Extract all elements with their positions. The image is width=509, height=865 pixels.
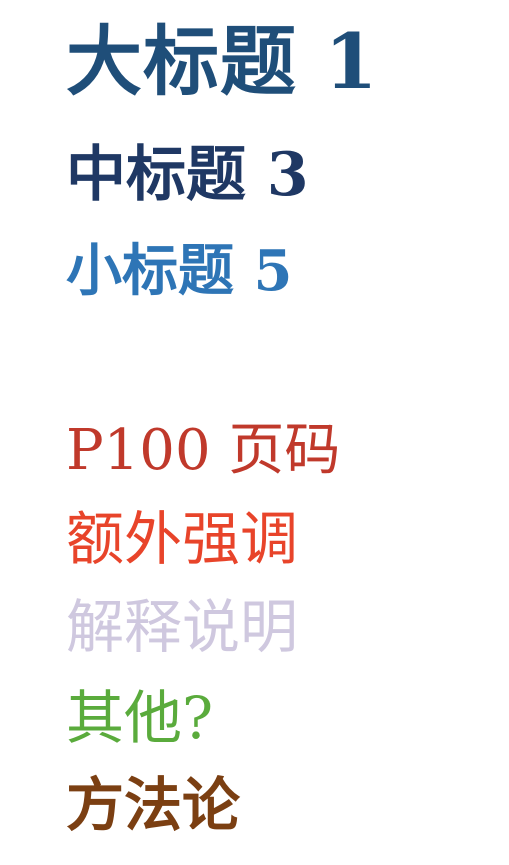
heading-small: 小标题 5 xyxy=(66,238,293,304)
style-sample-page: 大标题 1 中标题 3 小标题 5 P100 页码 额外强调 解释说明 其他? … xyxy=(0,0,509,865)
other-label: 其他? xyxy=(66,684,214,752)
heading-medium: 中标题 3 xyxy=(66,140,309,210)
explanation-label: 解释说明 xyxy=(66,593,299,661)
methodology-label: 方法论 xyxy=(66,771,241,839)
page-number-label: P100 页码 xyxy=(66,418,341,483)
heading-large: 大标题 1 xyxy=(66,17,379,106)
extra-emphasis-label: 额外强调 xyxy=(66,505,299,573)
